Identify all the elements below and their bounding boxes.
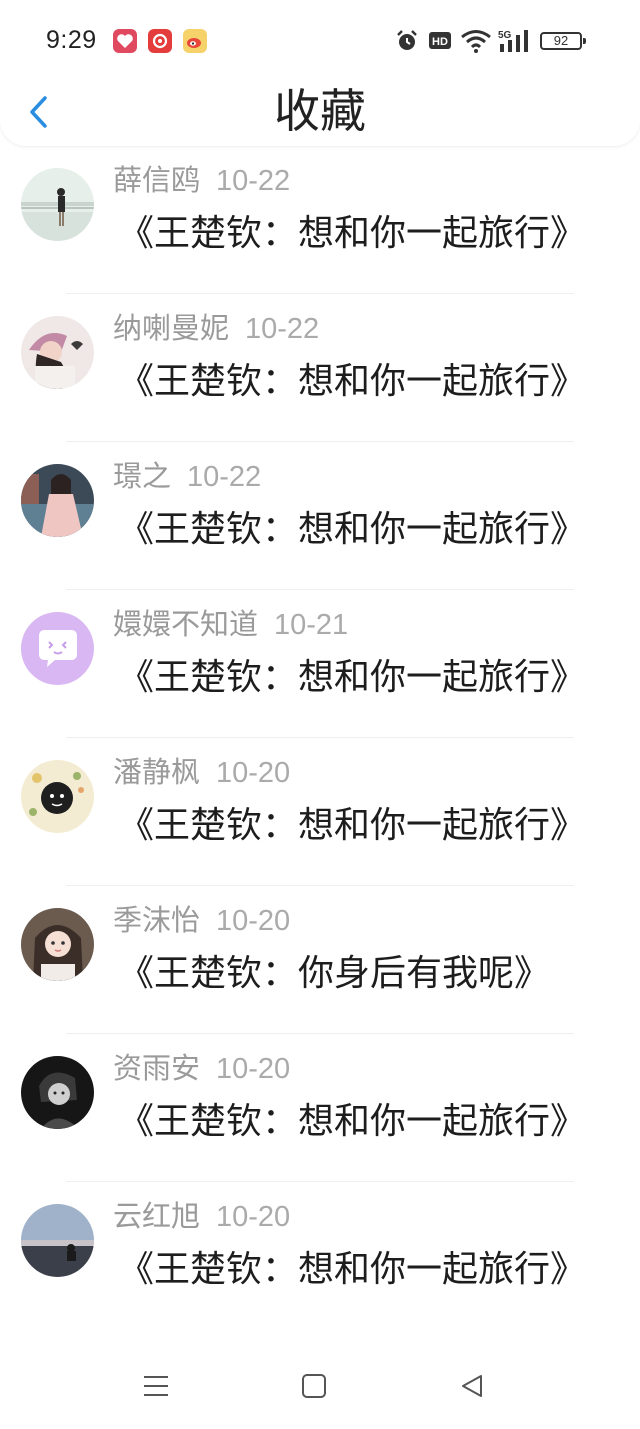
username[interactable]: 嬛嬛不知道: [113, 607, 258, 641]
list-item[interactable]: 潘静枫 10-20 《王楚钦：想和你一起旅行》: [0, 738, 640, 886]
item-meta: 薛信鸥 10-22: [113, 160, 290, 201]
favorites-screen: 9:29 HD 5G 92 收藏 薛信鸥 10-22 《王楚钦：想和你一起旅行》…: [0, 0, 640, 1429]
status-bar: 9:29 HD 5G 92: [0, 0, 640, 84]
avatar[interactable]: [21, 316, 94, 389]
item-meta: 纳喇曼妮 10-22: [113, 308, 319, 349]
netease-music-icon: [148, 29, 172, 53]
item-title[interactable]: 《王楚钦：想和你一起旅行》: [118, 506, 586, 554]
item-date: 10-20: [216, 757, 291, 789]
menu-icon: [144, 1376, 168, 1396]
list-item[interactable]: 薛信鸥 10-22 《王楚钦：想和你一起旅行》: [0, 146, 640, 294]
item-date: 10-20: [216, 905, 291, 937]
item-date: 10-20: [216, 1201, 291, 1233]
wifi-icon: [460, 28, 492, 58]
hd-icon: HD: [428, 28, 452, 56]
system-nav-bar: [0, 1316, 640, 1429]
avatar[interactable]: [21, 1204, 94, 1277]
list-item[interactable]: 纳喇曼妮 10-22 《王楚钦：想和你一起旅行》: [0, 294, 640, 442]
item-meta: 嬛嬛不知道 10-21: [113, 604, 348, 645]
weibo-icon: [183, 29, 207, 53]
item-title[interactable]: 《王楚钦：想和你一起旅行》: [118, 1246, 586, 1294]
list-item[interactable]: 璟之 10-22 《王楚钦：想和你一起旅行》: [0, 442, 640, 590]
item-title[interactable]: 《王楚钦：你身后有我呢》: [118, 950, 550, 998]
avatar[interactable]: [21, 612, 94, 685]
item-title[interactable]: 《王楚钦：想和你一起旅行》: [118, 654, 586, 702]
heart-app-icon: [113, 29, 137, 53]
list-item[interactable]: 云红旭 10-20 《王楚钦：想和你一起旅行》: [0, 1182, 640, 1330]
favorites-list: 薛信鸥 10-22 《王楚钦：想和你一起旅行》 纳喇曼妮 10-22 《王楚钦：想和…: [0, 146, 640, 1330]
network-label: 5G: [498, 30, 512, 41]
back-triangle-icon: [462, 1375, 482, 1397]
avatar[interactable]: [21, 168, 94, 241]
username[interactable]: 薛信鸥: [113, 163, 200, 197]
username[interactable]: 季沫怡: [113, 903, 200, 937]
status-time: 9:29: [46, 26, 97, 54]
item-meta: 季沫怡 10-20: [113, 900, 290, 941]
item-title[interactable]: 《王楚钦：想和你一起旅行》: [118, 210, 586, 258]
home-button[interactable]: [292, 1364, 336, 1408]
avatar[interactable]: [21, 760, 94, 833]
item-meta: 潘静枫 10-20: [113, 752, 290, 793]
item-meta: 璟之 10-22: [113, 456, 261, 497]
battery-indicator: 92: [540, 32, 586, 50]
username[interactable]: 潘静枫: [113, 755, 200, 789]
item-date: 10-21: [274, 609, 349, 641]
item-title[interactable]: 《王楚钦：想和你一起旅行》: [118, 802, 586, 850]
item-date: 10-22: [245, 313, 320, 345]
item-meta: 云红旭 10-20: [113, 1196, 290, 1237]
page-title: 收藏: [274, 84, 366, 138]
item-title[interactable]: 《王楚钦：想和你一起旅行》: [118, 358, 586, 406]
username[interactable]: 纳喇曼妮: [113, 311, 229, 345]
system-back-button[interactable]: [450, 1364, 494, 1408]
alarm-icon: [394, 28, 420, 58]
item-date: 10-20: [216, 1053, 291, 1085]
header-card: 9:29 HD 5G 92 收藏: [0, 0, 640, 146]
home-square-icon: [302, 1374, 326, 1398]
username[interactable]: 资雨安: [113, 1051, 200, 1085]
username[interactable]: 云红旭: [113, 1199, 200, 1233]
item-date: 10-22: [187, 461, 262, 493]
username[interactable]: 璟之: [113, 459, 171, 493]
avatar[interactable]: [21, 908, 94, 981]
signal-icon: 5G: [498, 28, 532, 58]
list-item[interactable]: 嬛嬛不知道 10-21 《王楚钦：想和你一起旅行》: [0, 590, 640, 738]
item-title[interactable]: 《王楚钦：想和你一起旅行》: [118, 1098, 586, 1146]
item-meta: 资雨安 10-20: [113, 1048, 290, 1089]
hd-label: HD: [432, 36, 448, 48]
nav-bar: 收藏: [0, 84, 640, 146]
avatar[interactable]: [21, 464, 94, 537]
menu-button[interactable]: [134, 1364, 178, 1408]
item-date: 10-22: [216, 165, 291, 197]
avatar[interactable]: [21, 1056, 94, 1129]
list-item[interactable]: 资雨安 10-20 《王楚钦：想和你一起旅行》: [0, 1034, 640, 1182]
list-item[interactable]: 季沫怡 10-20 《王楚钦：你身后有我呢》: [0, 886, 640, 1034]
